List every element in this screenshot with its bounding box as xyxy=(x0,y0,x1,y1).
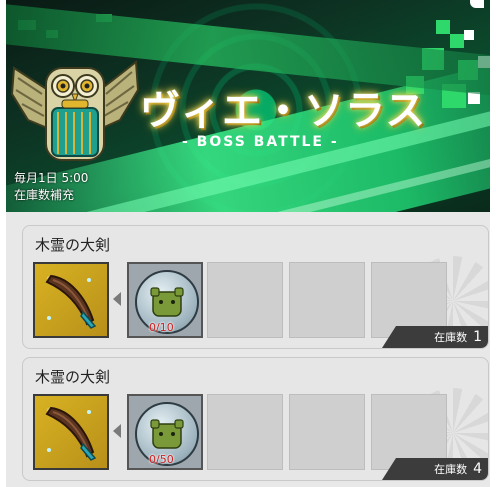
stock-value: 4 xyxy=(473,461,482,477)
exchange-item-card[interactable]: 木霊の大剣 0/10 在庫数 1 xyxy=(22,225,489,349)
restock-info: 毎月1日 5:00 在庫数補充 xyxy=(14,170,88,204)
stock-value: 1 xyxy=(473,329,482,345)
arrow-left-icon xyxy=(113,292,121,306)
feather-sword-icon[interactable] xyxy=(33,262,109,338)
material-count: 0/10 xyxy=(149,321,174,334)
stock-label: 在庫数 xyxy=(434,463,468,476)
empty-slot xyxy=(207,394,283,470)
arrow-left-icon xyxy=(113,424,121,438)
exchange-shop-screen: ヴィエ・ソラス - BOSS BATTLE - 毎月1日 5:00 在庫数補充 … xyxy=(0,0,496,487)
material-slot[interactable]: 0/50 xyxy=(127,394,203,470)
empty-slot xyxy=(207,262,283,338)
material-slot[interactable]: 0/10 xyxy=(127,262,203,338)
restock-schedule: 毎月1日 5:00 xyxy=(14,171,89,185)
item-name: 木霊の大剣 xyxy=(35,236,111,254)
boss-subtitle: - BOSS BATTLE - xyxy=(182,134,339,150)
material-count: 0/50 xyxy=(149,453,174,466)
owl-boss-icon xyxy=(8,50,142,166)
boss-banner: ヴィエ・ソラス - BOSS BATTLE - 毎月1日 5:00 在庫数補充 xyxy=(6,0,490,212)
empty-slot xyxy=(289,394,365,470)
empty-slot xyxy=(289,262,365,338)
item-name: 木霊の大剣 xyxy=(35,368,111,386)
restock-label: 在庫数補充 xyxy=(14,188,75,202)
stock-badge: 在庫数 4 xyxy=(382,458,488,480)
boss-title: ヴィエ・ソラス xyxy=(140,88,427,134)
exchange-item-card[interactable]: 木霊の大剣 0/50 在庫数 4 xyxy=(22,357,489,481)
checker-decoration xyxy=(436,20,450,34)
feather-sword-icon[interactable] xyxy=(33,394,109,470)
stock-label: 在庫数 xyxy=(434,331,468,344)
stock-badge: 在庫数 1 xyxy=(382,326,488,348)
